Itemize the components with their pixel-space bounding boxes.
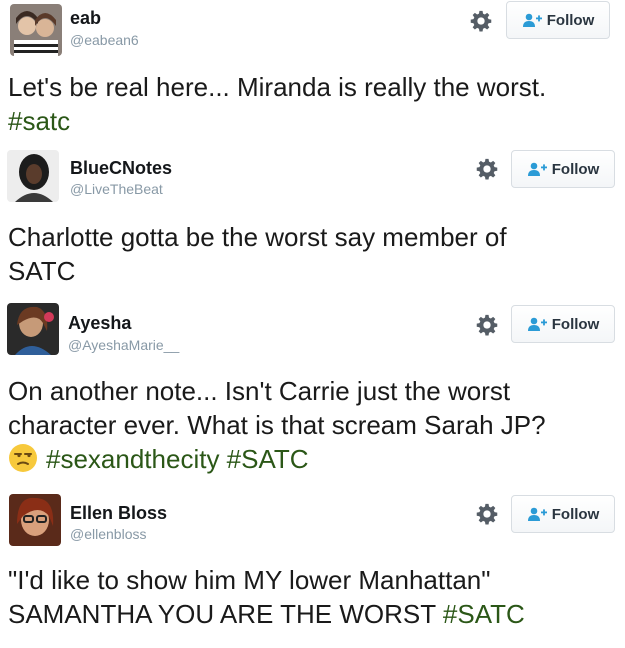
add-user-icon [527,317,547,331]
tweet-text: "I'd like to show him MY lower Manhattan… [8,563,568,631]
follow-label: Follow [551,160,600,178]
avatar[interactable] [10,4,62,56]
tweet-body: On another note... Isn't Carrie just the… [8,376,546,440]
follow-button[interactable]: Follow [506,1,610,39]
add-user-icon [522,13,542,27]
avatar[interactable] [9,494,61,546]
unamused-face-icon [8,443,38,473]
tweet-text: On another note... Isn't Carrie just the… [8,374,598,476]
add-user-icon [527,162,547,176]
user-name[interactable]: Ayesha [68,313,131,334]
avatar[interactable] [7,150,59,202]
tweet-body: Charlotte gotta be the worst say member … [8,222,507,286]
user-name[interactable]: eab [70,8,101,29]
user-name[interactable]: BlueCNotes [70,158,172,179]
tweet-body: Let's be real here... Miranda is really … [8,72,547,102]
follow-button[interactable]: Follow [511,495,615,533]
hashtag-link[interactable]: #satc [8,106,70,136]
user-handle[interactable]: @AyeshaMarie__ [68,337,179,353]
tweet-body: "I'd like to show him MY lower Manhattan… [8,565,491,629]
avatar[interactable] [7,303,59,355]
user-handle[interactable]: @ellenbloss [70,526,146,542]
gear-icon[interactable] [476,503,498,525]
add-user-icon [527,507,547,521]
gear-icon[interactable] [476,158,498,180]
follow-button[interactable]: Follow [511,305,615,343]
user-handle[interactable]: @eabean6 [70,32,139,48]
follow-label: Follow [546,11,595,29]
user-handle[interactable]: @LiveTheBeat [70,181,163,197]
hashtag-link[interactable]: #sexandthecity #SATC [46,444,309,474]
gear-icon[interactable] [470,10,492,32]
hashtag-link[interactable]: #SATC [443,599,525,629]
follow-button[interactable]: Follow [511,150,615,188]
follow-label: Follow [551,505,600,523]
user-name[interactable]: Ellen Bloss [70,503,167,524]
tweet-text: Charlotte gotta be the worst say member … [8,220,568,288]
follow-label: Follow [551,315,600,333]
tweet-text: Let's be real here... Miranda is really … [8,70,618,138]
gear-icon[interactable] [476,314,498,336]
